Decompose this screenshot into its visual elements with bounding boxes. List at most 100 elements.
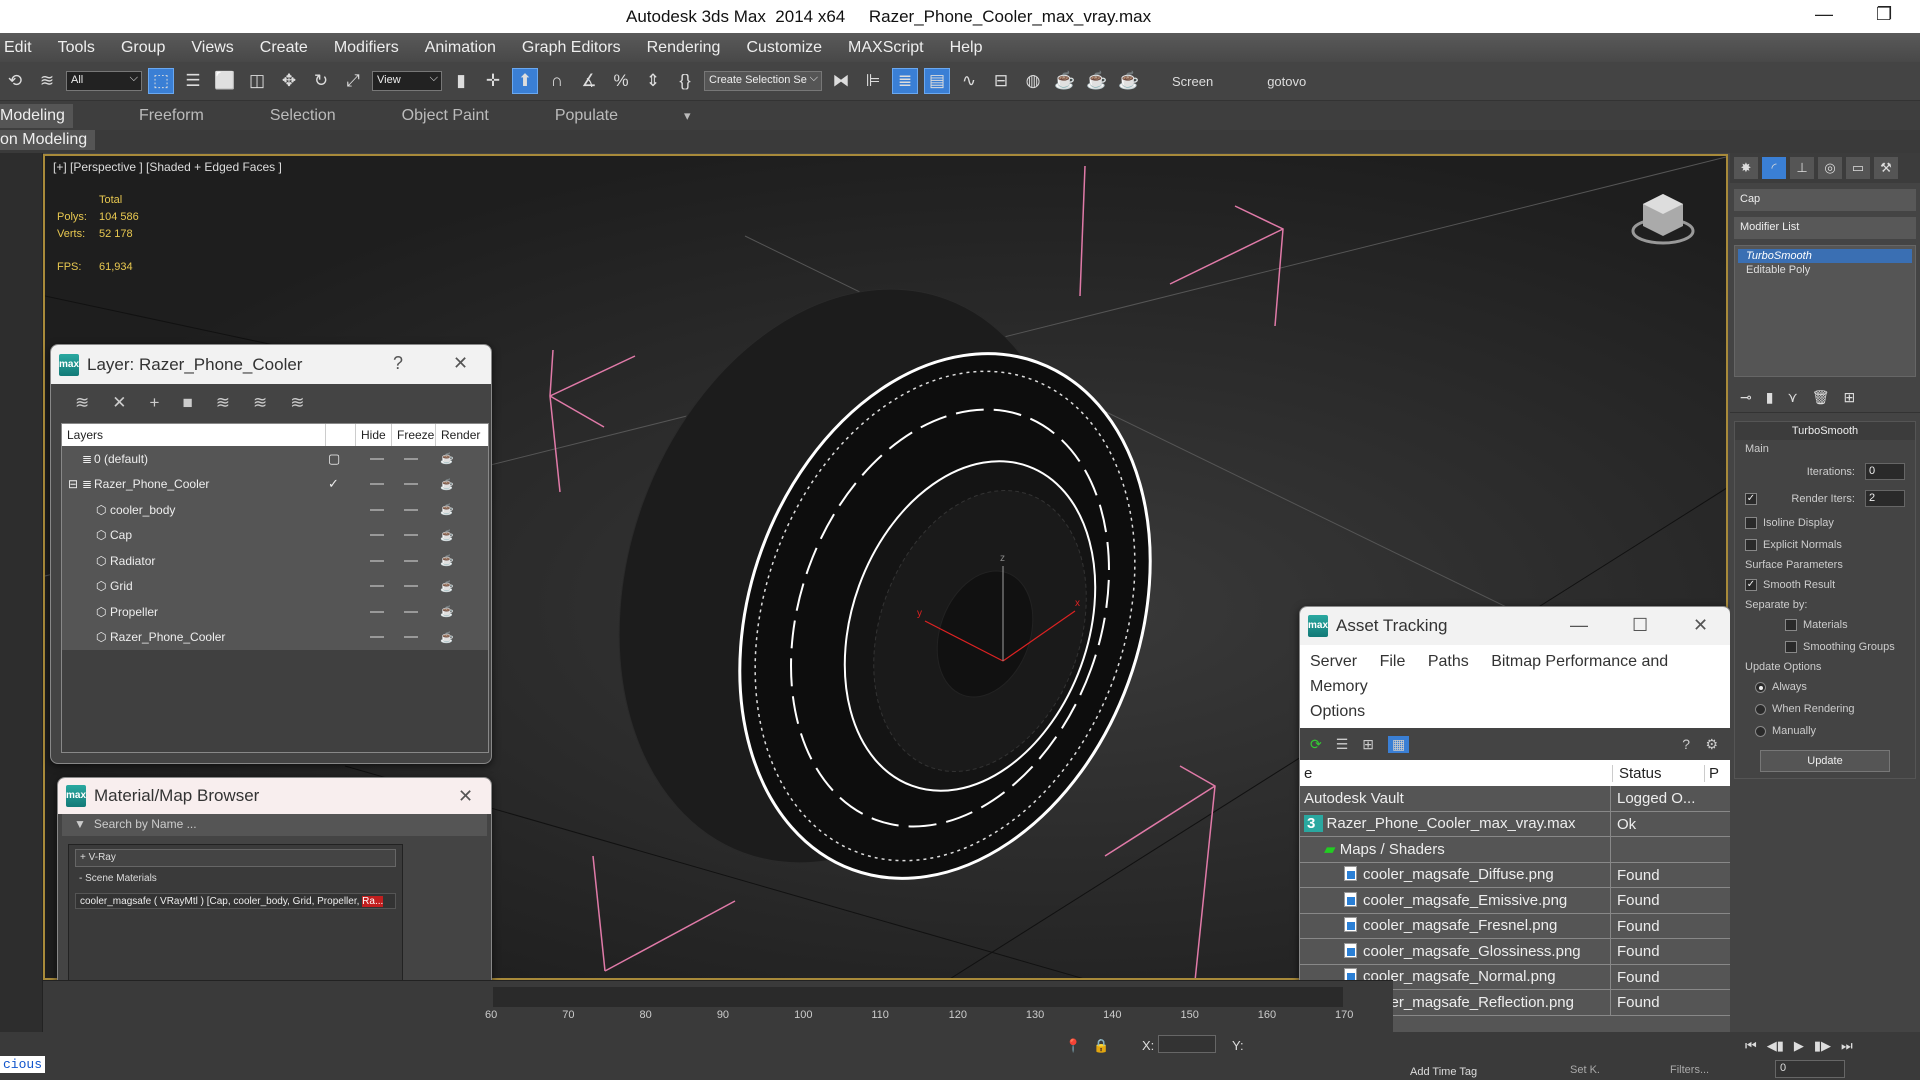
render-iters-spinner[interactable]: 2 [1865, 490, 1905, 507]
rendered-frame-window-icon[interactable]: ☕ [1084, 68, 1110, 94]
layer-row[interactable]: ⬡ Cap ☕ [62, 522, 488, 548]
ribbon-tab-modeling[interactable]: Modeling [0, 103, 73, 128]
ribbon-tab-object-paint[interactable]: Object Paint [402, 107, 489, 125]
close-icon[interactable]: ✕ [458, 786, 473, 807]
restore-icon[interactable]: ❐ [1876, 4, 1892, 25]
col-render[interactable]: Render [436, 424, 482, 446]
rotate-icon[interactable]: ↻ [308, 68, 334, 94]
material-editor-icon[interactable]: ◍ [1020, 68, 1046, 94]
go-to-end-icon[interactable]: ⏭ [1841, 1038, 1853, 1054]
scene-explorer-icon[interactable]: ▤ [924, 68, 950, 94]
layer-row[interactable]: ⬡ Propeller ☕ [62, 599, 488, 625]
search-options-icon[interactable]: ▼ [74, 817, 86, 833]
close-icon[interactable]: ✕ [453, 353, 468, 374]
layer-row[interactable]: ⬡ Radiator ☕ [62, 548, 488, 574]
named-selection-sets-select[interactable]: Create Selection Se [704, 71, 822, 91]
hide-toggle[interactable] [370, 534, 384, 537]
at-menu-options[interactable]: Options [1310, 703, 1365, 720]
next-frame-icon[interactable]: ▮▶ [1814, 1038, 1831, 1054]
material-browser-titlebar[interactable]: max Material/Map Browser [58, 778, 491, 814]
show-end-result-icon[interactable]: ▮ [1766, 389, 1774, 406]
ribbon-options-icon[interactable]: ▾ [684, 108, 691, 124]
render-toggle-icon[interactable]: ☕ [440, 605, 454, 618]
render-production-icon[interactable]: ☕ [1116, 68, 1142, 94]
lock-selection-icon[interactable]: 🔒 [1093, 1038, 1109, 1054]
material-search-input[interactable]: Search by Name ... [94, 817, 197, 833]
ribbon-tab-selection[interactable]: Selection [270, 107, 336, 125]
render-toggle-icon[interactable]: ☕ [440, 503, 454, 516]
set-current-layer-icon[interactable]: ▢ [328, 451, 340, 467]
window-crossing-icon[interactable]: ◫ [244, 68, 270, 94]
ribbon-tab-populate[interactable]: Populate [555, 107, 618, 125]
current-frame-field[interactable]: 0 [1775, 1060, 1845, 1078]
set-key-button[interactable]: Set K. [1570, 1064, 1600, 1076]
menu-group[interactable]: Group [121, 39, 165, 57]
freeze-toggle[interactable] [404, 636, 418, 639]
render-toggle-icon[interactable]: ☕ [440, 452, 454, 465]
col-freeze[interactable]: Freeze [392, 424, 436, 446]
render-toggle-icon[interactable]: ☕ [440, 478, 454, 491]
render-toggle-icon[interactable]: ☕ [440, 631, 454, 644]
close-icon[interactable]: ✕ [1693, 615, 1708, 636]
smoothing-groups-checkbox[interactable] [1785, 641, 1797, 653]
options-icon[interactable]: ⚙ [1705, 736, 1718, 753]
key-filters-button[interactable]: Filters... [1670, 1064, 1709, 1076]
create-tab-icon[interactable]: ✸ [1734, 157, 1758, 179]
collapse-icon[interactable]: ⊟ [68, 477, 78, 491]
col-status[interactable]: Status [1612, 764, 1704, 782]
asset-row[interactable]: cooler_magsafe_Glossiness.png Found [1300, 939, 1730, 965]
viewcube[interactable] [1628, 186, 1698, 256]
material-item-cooler-magsafe[interactable]: cooler_magsafe ( VRayMtl ) [Cap, cooler_… [75, 893, 396, 909]
update-manually-radio[interactable] [1755, 725, 1766, 737]
freeze-toggle[interactable] [404, 610, 418, 613]
snap-toggle-icon[interactable]: ∩ [544, 68, 570, 94]
layer-manager-icon[interactable]: ≣ [892, 68, 918, 94]
selection-filter-select[interactable]: All [66, 71, 142, 91]
align-icon[interactable]: ⊫ [860, 68, 886, 94]
vray-group[interactable]: + V-Ray [75, 849, 396, 867]
hide-toggle[interactable] [370, 636, 384, 639]
table-view-icon[interactable]: ▦ [1388, 735, 1410, 753]
at-menu-server[interactable]: Server [1310, 653, 1357, 670]
menu-edit[interactable]: Edit [4, 39, 32, 57]
rect-selection-icon[interactable]: ⬜ [212, 68, 238, 94]
list-view-icon[interactable]: ☰ [1336, 736, 1349, 753]
menu-maxscript[interactable]: MAXScript [848, 39, 924, 57]
asset-tracking-titlebar[interactable]: max Asset Tracking [1300, 607, 1730, 645]
hide-toggle[interactable] [370, 457, 384, 460]
x-coord-field[interactable] [1158, 1035, 1216, 1053]
help-button[interactable]: ? [393, 353, 403, 374]
curve-editor-icon[interactable]: ∿ [956, 68, 982, 94]
render-toggle-icon[interactable]: ☕ [440, 580, 454, 593]
modify-tab-icon[interactable]: ◜ [1762, 157, 1786, 179]
materials-checkbox[interactable] [1785, 619, 1797, 631]
col-current[interactable] [326, 424, 356, 446]
menu-create[interactable]: Create [260, 39, 308, 57]
menu-help[interactable]: Help [950, 39, 983, 57]
mirror-icon[interactable]: ⧓ [828, 68, 854, 94]
pivot-center-icon[interactable]: ▮ [448, 68, 474, 94]
select-object-icon[interactable]: ⬚ [148, 68, 174, 94]
render-iters-checkbox[interactable]: ✓ [1745, 492, 1757, 505]
select-by-name-icon[interactable]: ☰ [180, 68, 206, 94]
freeze-unfreeze-all-icon[interactable]: ≋ [290, 393, 304, 413]
asset-row[interactable]: Autodesk Vault Logged O... [1300, 786, 1730, 812]
tree-view-icon[interactable]: ⊞ [1362, 736, 1374, 753]
freeze-toggle[interactable] [404, 534, 418, 537]
maxscript-listener-mini[interactable]: cious [0, 1056, 46, 1073]
at-menu-bitmap-performance[interactable]: Bitmap Performance and Memory [1310, 653, 1668, 695]
render-toggle-icon[interactable]: ☕ [440, 529, 454, 542]
menu-rendering[interactable]: Rendering [647, 39, 721, 57]
hide-toggle[interactable] [370, 508, 384, 511]
asset-row[interactable]: ▰ Maps / Shaders [1300, 837, 1730, 863]
spinner-snap-icon[interactable]: ⇕ [640, 68, 666, 94]
play-icon[interactable]: ▶ [1794, 1038, 1804, 1054]
at-menu-paths[interactable]: Paths [1428, 653, 1469, 670]
turbosmooth-rollout-title[interactable]: TurboSmooth [1735, 422, 1915, 440]
keyboard-shortcut-override-icon[interactable]: ⬆ [512, 68, 538, 94]
explicit-normals-checkbox[interactable] [1745, 539, 1757, 551]
col-layers[interactable]: Layers [62, 424, 326, 446]
edit-named-selection-icon[interactable]: {} [672, 68, 698, 94]
asset-row[interactable]: cooler_magsafe_Diffuse.png Found [1300, 862, 1730, 888]
pin-stack-icon[interactable]: ⊸ [1740, 389, 1752, 406]
